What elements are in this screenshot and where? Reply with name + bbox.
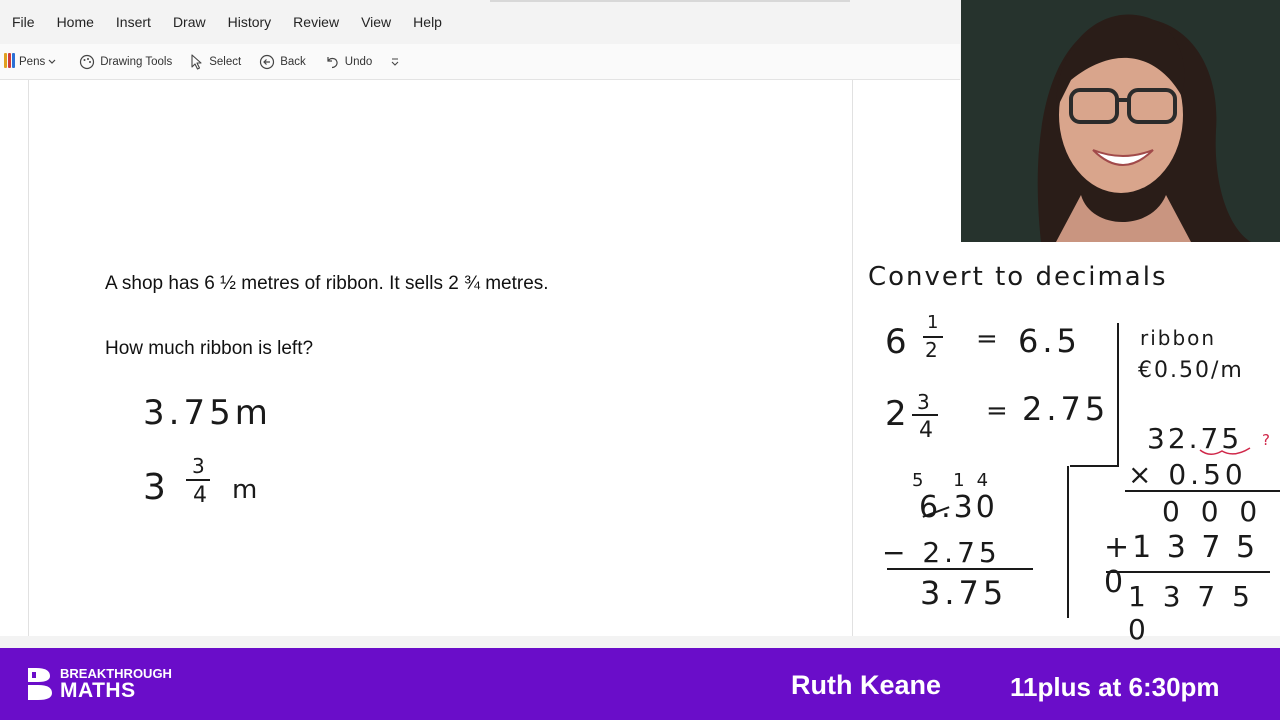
convert2-equals: = — [986, 396, 1008, 426]
multiplication-rule-1 — [1125, 490, 1280, 492]
undo-label: Undo — [344, 55, 373, 68]
multiplication-second: × 0.50 — [1128, 458, 1247, 491]
pens-button[interactable]: Pens — [4, 52, 61, 71]
schedule-text: 11plus at 6:30pm — [1010, 672, 1220, 702]
menu-insert[interactable]: Insert — [116, 14, 151, 30]
subtraction-rule — [887, 568, 1033, 570]
select-label: Select — [209, 55, 242, 68]
undo-icon — [327, 56, 338, 68]
answer-decimal: 3.75m — [143, 393, 272, 433]
convert1-numerator: 1 — [927, 312, 939, 333]
chevron-down-icon — [48, 59, 56, 64]
convert1-whole: 6 — [885, 322, 907, 362]
divider-bracket-horizontal — [1070, 465, 1119, 467]
convert2-fraction-bar — [912, 414, 938, 416]
convert2-whole: 2 — [885, 394, 907, 434]
answer-mixed-whole: 3 — [143, 467, 166, 508]
menu-view[interactable]: View — [361, 14, 391, 30]
menu-review[interactable]: Review — [293, 14, 339, 30]
drawing-tools-button[interactable]: Drawing Tools — [79, 54, 172, 70]
subtraction-bottom: − 2.75 — [882, 536, 1001, 569]
breakthrough-logo-icon — [28, 668, 52, 700]
cursor-arrow-icon — [191, 53, 202, 70]
red-question-mark: ? — [1262, 431, 1270, 449]
menu-draw[interactable]: Draw — [173, 14, 206, 30]
page-right-border — [852, 80, 853, 636]
answer-fraction-bar — [186, 479, 210, 481]
menu-file[interactable]: File — [12, 14, 35, 30]
menu-history[interactable]: History — [228, 14, 272, 30]
dropdown-caret-icon — [391, 57, 399, 66]
footer-banner: BREAKTHROUGH MATHS Ruth Keane 11plus at … — [0, 648, 1280, 720]
convert1-denominator: 2 — [925, 338, 938, 362]
convert2-value: 2.75 — [1022, 390, 1110, 428]
brand-wordmark: BREAKTHROUGH MATHS — [60, 667, 172, 701]
ribbon-price: €0.50/m — [1138, 358, 1244, 383]
answer-mixed-numerator: 3 — [192, 454, 205, 478]
app-window: File Home Insert Draw History Review Vie… — [0, 0, 1280, 720]
convert-heading: Convert to decimals — [868, 262, 1168, 292]
back-arrow-icon — [260, 54, 275, 69]
multiplication-rule-2 — [1106, 571, 1270, 573]
ribbon-label: ribbon — [1140, 326, 1217, 350]
drawing-tools-label: Drawing Tools — [100, 55, 173, 68]
answer-mixed-unit: m — [232, 475, 258, 505]
pens-icon — [4, 52, 16, 71]
select-button[interactable]: Select — [190, 53, 242, 70]
divider-bracket-lower — [1067, 466, 1069, 618]
draw-toolbar: Pens Drawing Tools Select Back Undo — [0, 44, 960, 80]
canvas-bottom-strip — [0, 636, 1280, 648]
menu-help[interactable]: Help — [413, 14, 442, 30]
undo-button[interactable]: Undo — [324, 54, 373, 70]
pens-label: Pens — [19, 55, 46, 68]
presenter-name: Ruth Keane — [791, 670, 942, 700]
answer-mixed-denominator: 4 — [193, 483, 207, 508]
presenter-video-image — [961, 0, 1280, 242]
convert1-equals: = — [976, 324, 998, 354]
convert2-numerator: 3 — [917, 390, 930, 414]
toolbar-overflow-button[interactable] — [390, 57, 405, 67]
multiplication-row-1: 0 0 0 — [1162, 495, 1264, 528]
brand-line-2: MATHS — [60, 679, 136, 702]
back-button[interactable]: Back — [259, 54, 306, 70]
multiplication-result: 1 3 7 5 0 — [1128, 580, 1254, 646]
subtraction-result: 3.75 — [920, 574, 1008, 612]
subtraction-top: 6.30 — [919, 490, 998, 525]
question-line-1: A shop has 6 ½ metres of ribbon. It sell… — [105, 273, 549, 294]
question-line-2: How much ribbon is left? — [105, 338, 314, 359]
convert1-value: 6.5 — [1018, 322, 1081, 360]
palette-icon — [80, 54, 95, 69]
menu-bar: File Home Insert Draw History Review Vie… — [0, 0, 960, 44]
menu-home[interactable]: Home — [57, 14, 94, 30]
title-bar-divider — [490, 0, 850, 2]
page-left-border — [28, 80, 29, 636]
brand-logo: BREAKTHROUGH MATHS — [26, 666, 172, 702]
divider-bracket-vertical — [1117, 323, 1119, 466]
presenter-webcam — [961, 0, 1280, 242]
convert2-denominator: 4 — [919, 418, 933, 443]
subtraction-carry: 5 14 — [912, 470, 1001, 491]
back-label: Back — [280, 55, 306, 68]
